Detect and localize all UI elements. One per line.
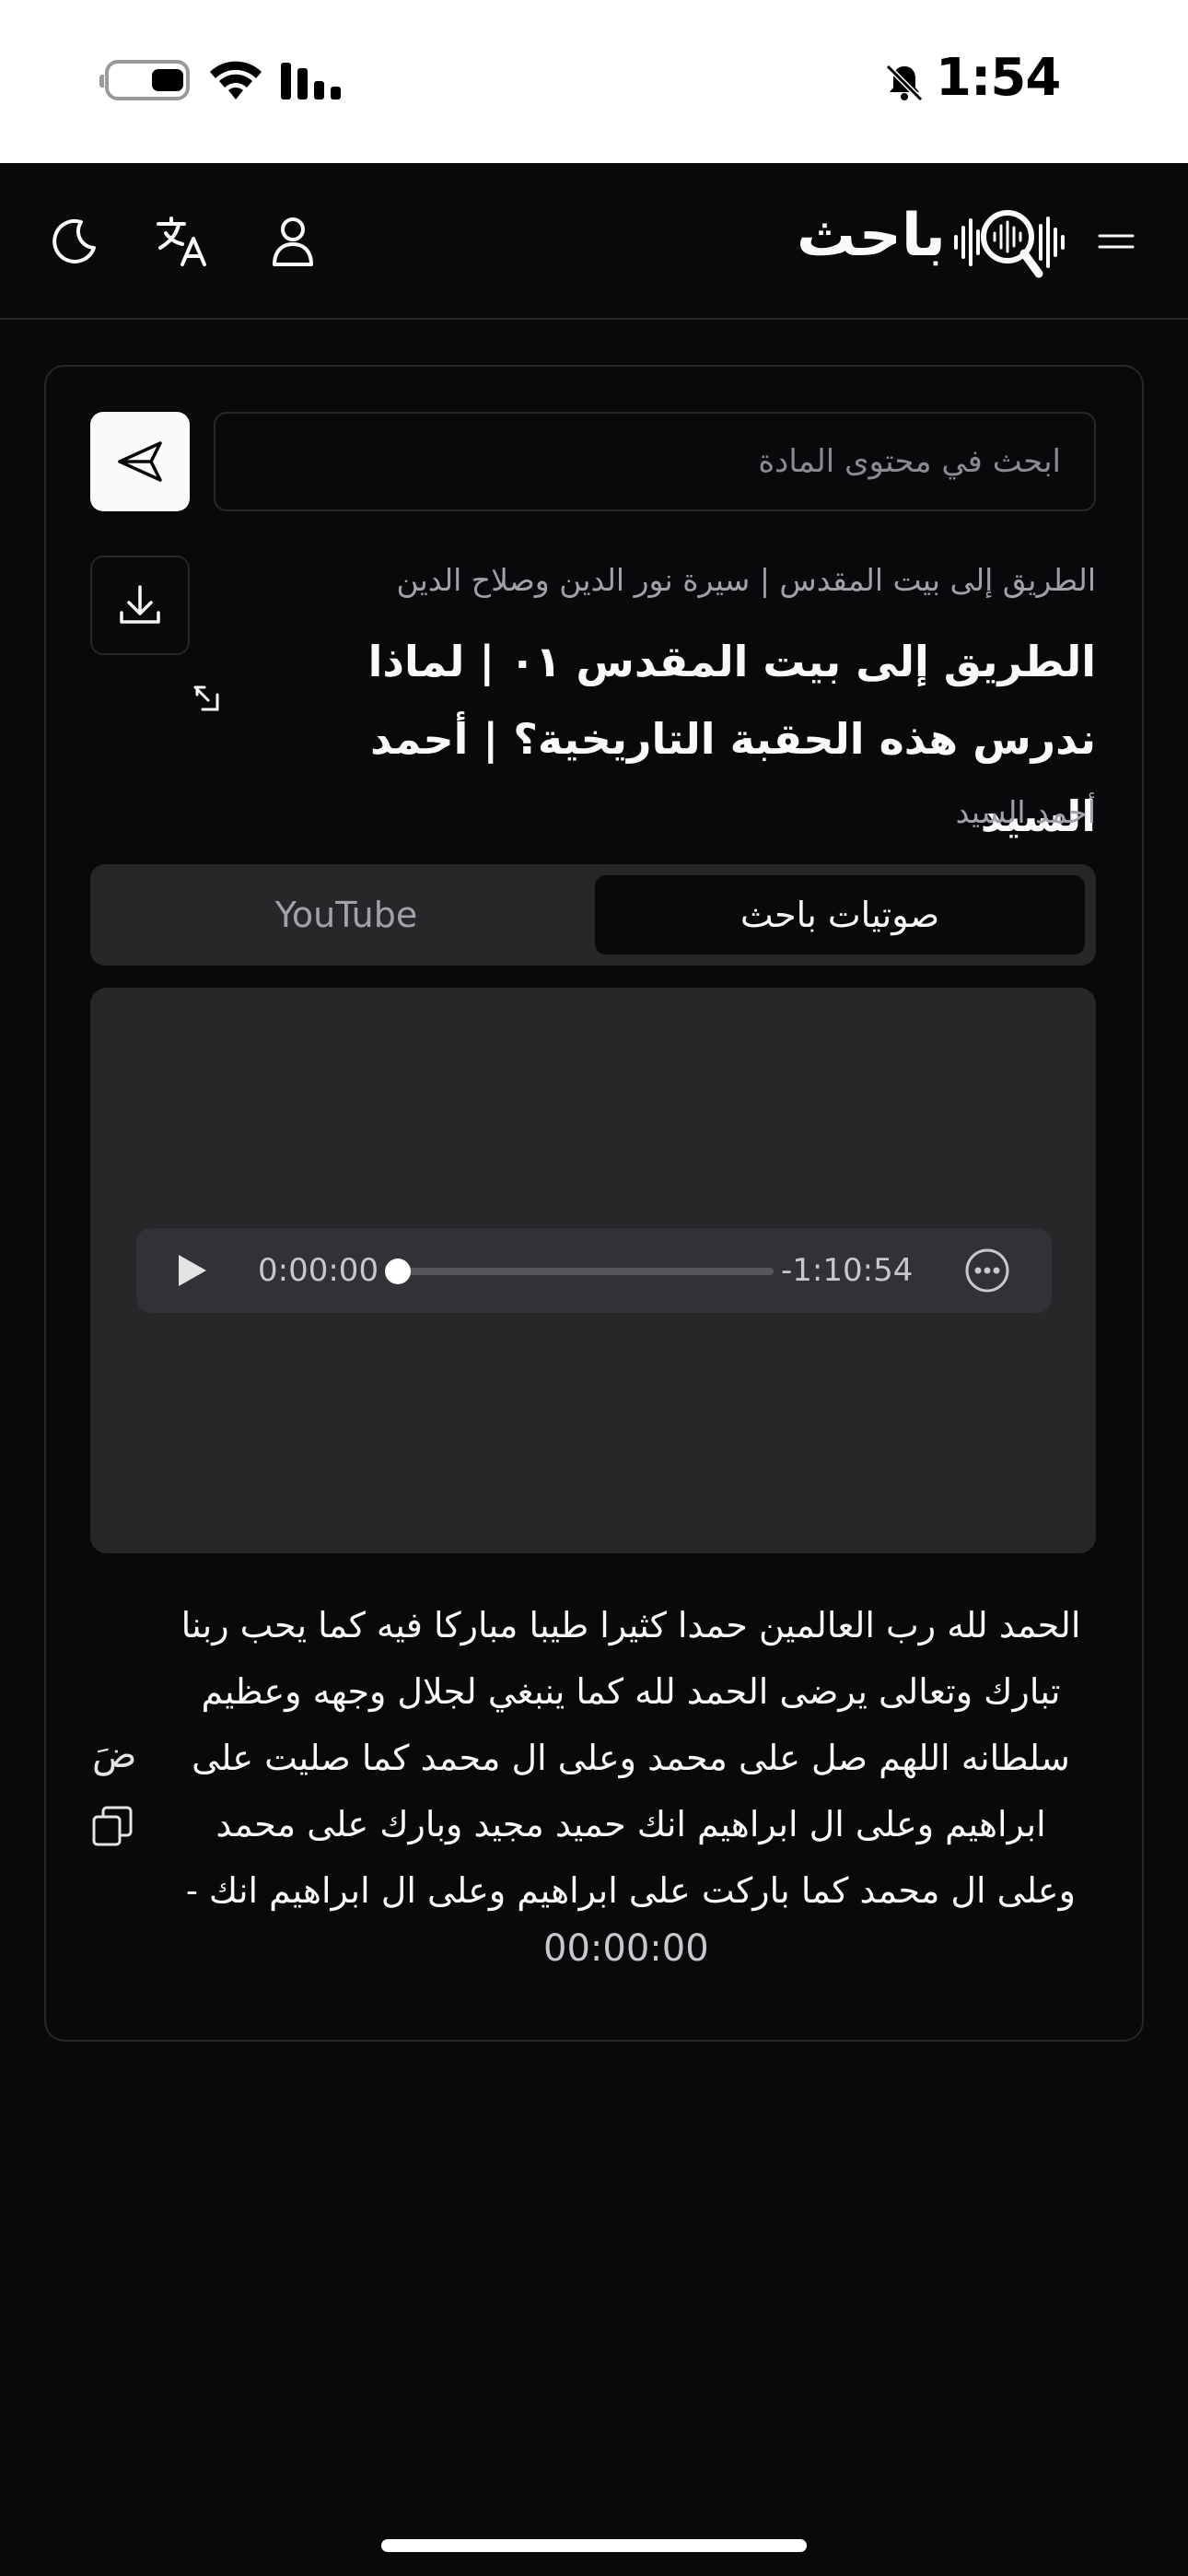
menu-icon[interactable] bbox=[1098, 228, 1135, 255]
download-button[interactable] bbox=[90, 556, 190, 655]
home-indicator bbox=[381, 2539, 807, 2552]
user-icon[interactable] bbox=[263, 211, 322, 270]
audio-player: 0:00:00 -1:10:54 bbox=[136, 1228, 1052, 1313]
logo-waveform-magnifier-icon[interactable] bbox=[952, 200, 1068, 283]
battery-icon bbox=[99, 60, 190, 100]
download-icon bbox=[120, 585, 160, 624]
moon-icon[interactable] bbox=[44, 211, 103, 270]
source-tabs: YouTube صوتيات باحث bbox=[90, 864, 1096, 966]
cellular-signal-icon bbox=[281, 63, 341, 100]
diacritic-marker: ضَ bbox=[92, 1734, 137, 1776]
status-bar: 1:54 bbox=[0, 0, 1188, 163]
send-icon bbox=[118, 441, 162, 482]
search-input[interactable] bbox=[214, 412, 1096, 511]
transcript-timestamp[interactable]: 00:00:00 bbox=[543, 1927, 709, 1970]
more-options-icon[interactable] bbox=[963, 1247, 1011, 1294]
breadcrumb[interactable]: الطريق إلى بيت المقدس | سيرة نور الدين و… bbox=[396, 562, 1096, 598]
transcript-text[interactable]: الحمد لله رب العالمين حمدا كثيرا طيبا مب… bbox=[175, 1592, 1087, 1924]
open-external-icon[interactable] bbox=[190, 682, 223, 715]
current-time: 0:00:00 bbox=[258, 1252, 379, 1289]
translate-icon[interactable] bbox=[153, 211, 212, 270]
app-header: باحث bbox=[0, 163, 1188, 320]
bell-slash-icon bbox=[885, 64, 924, 102]
send-button[interactable] bbox=[90, 412, 190, 511]
author-name[interactable]: أحمد السيد bbox=[956, 794, 1096, 830]
wifi-icon bbox=[210, 61, 262, 100]
copy-icon[interactable] bbox=[90, 1804, 134, 1848]
tab-youtube[interactable]: YouTube bbox=[101, 875, 591, 954]
status-time: 1:54 bbox=[936, 48, 1061, 108]
progress-thumb[interactable] bbox=[385, 1259, 412, 1284]
brand-name[interactable]: باحث bbox=[797, 202, 946, 270]
tab-bahith-audio[interactable]: صوتيات باحث bbox=[595, 875, 1085, 954]
remaining-time: -1:10:54 bbox=[781, 1252, 914, 1289]
progress-slider[interactable] bbox=[385, 1259, 774, 1284]
play-icon[interactable] bbox=[173, 1252, 210, 1289]
